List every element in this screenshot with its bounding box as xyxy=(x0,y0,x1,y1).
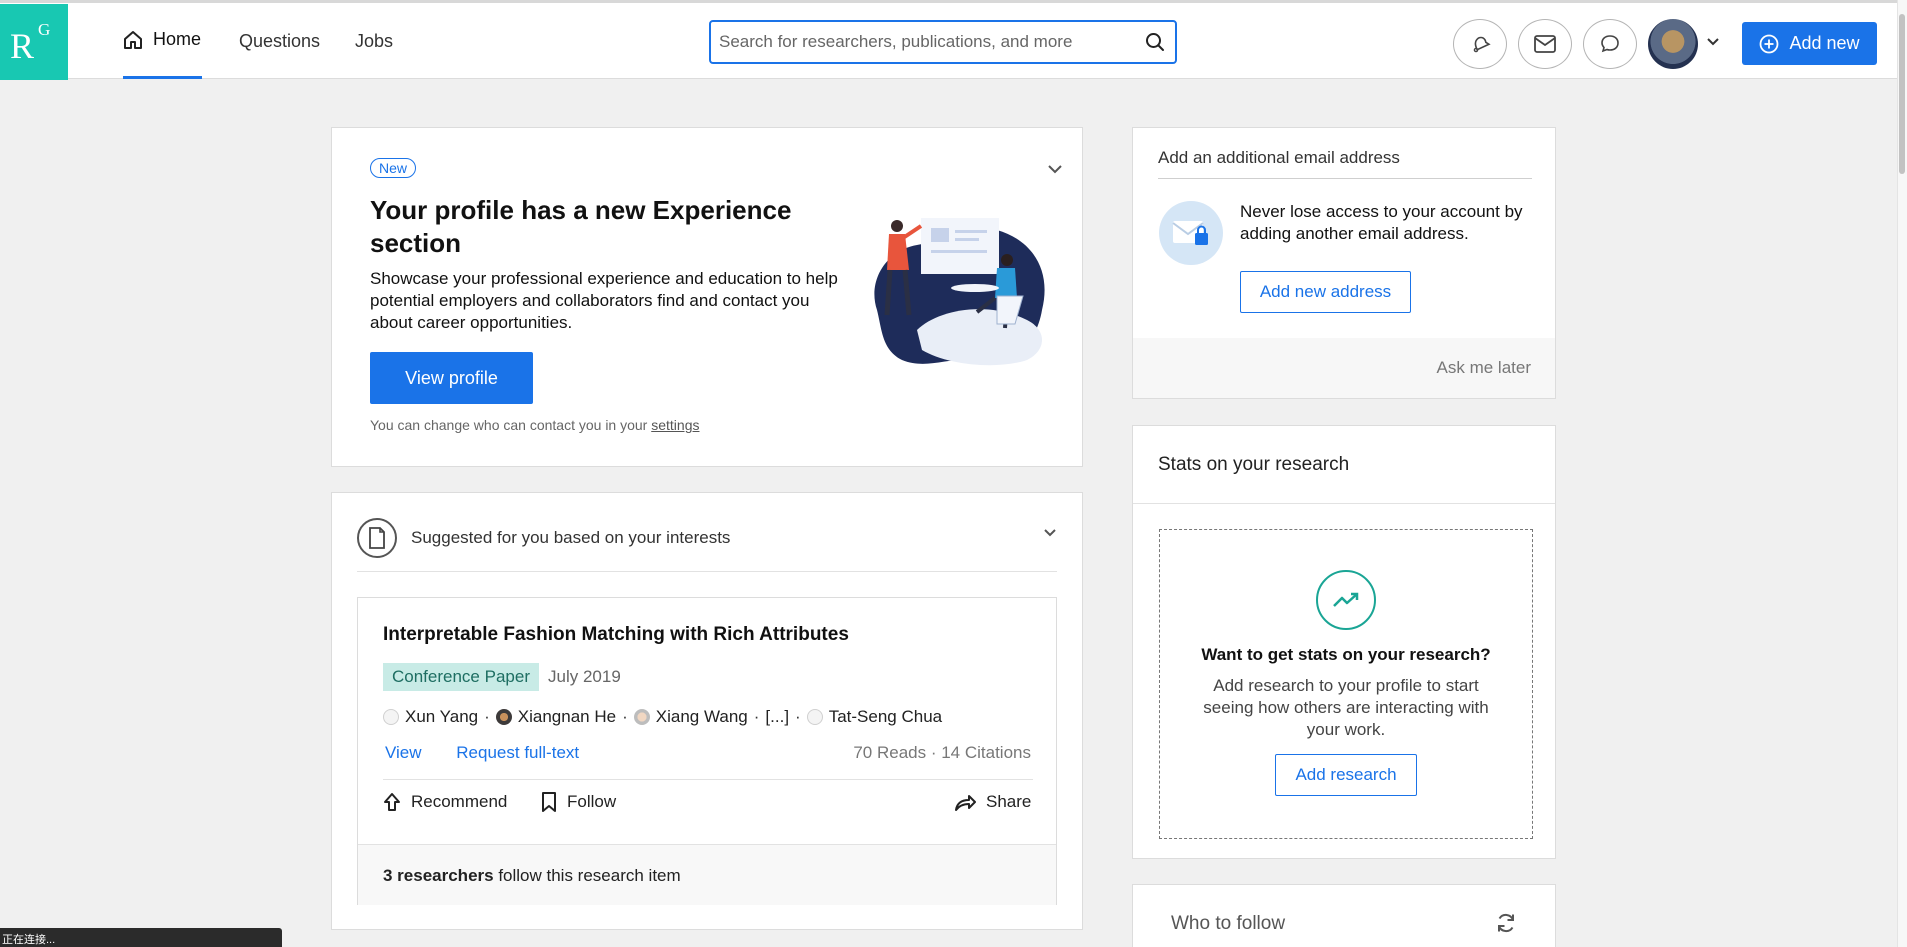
suggested-header: Suggested for you based on your interest… xyxy=(357,518,730,558)
recommend-label: Recommend xyxy=(411,792,508,811)
publication-type-badge: Conference Paper xyxy=(383,663,539,691)
add-new-address-button[interactable]: Add new address xyxy=(1240,271,1411,313)
plus-circle-icon xyxy=(1760,34,1779,53)
contact-settings-note: You can change who can contact you in yo… xyxy=(370,417,699,433)
add-new-label: Add new xyxy=(1789,33,1860,53)
author-separator: · xyxy=(795,707,801,726)
search-input[interactable] xyxy=(719,30,1139,54)
follow-button[interactable]: Follow xyxy=(541,792,616,812)
follow-label: Follow xyxy=(567,792,617,811)
nav-questions-tab[interactable]: Questions xyxy=(239,3,320,79)
chat-button[interactable] xyxy=(1583,19,1637,69)
nav-jobs-label: Jobs xyxy=(355,30,394,51)
contact-settings-text: You can change who can contact you in yo… xyxy=(370,417,652,433)
envelope-icon xyxy=(1534,35,1556,53)
add-research-button[interactable]: Add research xyxy=(1275,754,1417,796)
research-title-link[interactable]: Interpretable Fashion Matching with Rich… xyxy=(383,624,849,646)
add-new-button[interactable]: Add new xyxy=(1742,22,1877,65)
experience-section-card: New Your profile has a new Experience se… xyxy=(331,127,1083,467)
who-to-follow-card: Who to follow xyxy=(1132,884,1556,947)
author-link[interactable]: Tat-Seng Chua xyxy=(829,707,942,727)
stats-empty-state: Want to get stats on your research? Add … xyxy=(1159,529,1533,839)
divider xyxy=(357,571,1057,572)
author-list: Xun Yang · Xiangnan He · Xiang Wang · [.… xyxy=(383,707,942,727)
item-action-links: View Request full-text xyxy=(385,743,609,763)
home-icon xyxy=(124,30,142,49)
followers-text: follow this research item xyxy=(493,866,681,885)
logo-letter-r: R xyxy=(10,26,35,66)
trending-up-icon xyxy=(1316,570,1376,630)
stats-question: Want to get stats on your research? xyxy=(1201,645,1491,664)
refresh-icon[interactable] xyxy=(1495,912,1517,934)
bell-icon xyxy=(1473,36,1491,53)
search-icon[interactable] xyxy=(1145,32,1165,52)
author-avatar xyxy=(495,709,512,725)
bookmark-icon xyxy=(542,792,556,812)
nav-home-label: Home xyxy=(153,29,202,49)
recommend-arrow-icon xyxy=(384,793,400,811)
stats-description: Add research to your profile to start se… xyxy=(1203,676,1489,739)
researchgate-logo[interactable]: R G xyxy=(0,4,68,80)
request-full-text-link[interactable]: Request full-text xyxy=(456,743,579,762)
top-navigation-bar: R G Home Questions Jobs Add new xyxy=(0,0,1897,80)
author-link[interactable]: Xun Yang xyxy=(405,707,478,727)
suggested-research-card: Suggested for you based on your interest… xyxy=(331,492,1083,930)
ask-me-later-button[interactable]: Ask me later xyxy=(1437,358,1531,378)
additional-email-card: Add an additional email address Never lo… xyxy=(1132,127,1556,399)
nav-questions-label: Questions xyxy=(239,30,321,51)
experience-title: Your profile has a new Experience sectio… xyxy=(370,195,792,258)
nav-home-tab[interactable]: Home xyxy=(123,3,202,79)
view-link[interactable]: View xyxy=(385,743,422,762)
recommend-button[interactable]: Recommend xyxy=(383,792,507,812)
suggested-label: Suggested for you based on your interest… xyxy=(411,528,731,547)
author-avatar xyxy=(383,709,399,725)
author-avatar xyxy=(633,709,650,725)
browser-status-toast: 正在连接... xyxy=(0,928,282,947)
messages-button[interactable] xyxy=(1518,19,1572,69)
profile-illustration xyxy=(874,218,1045,366)
nav-jobs-tab[interactable]: Jobs xyxy=(355,3,393,79)
who-to-follow-title: Who to follow xyxy=(1171,913,1286,934)
followers-summary: 3 researchers follow this research item xyxy=(358,844,1056,905)
email-card-title: Add an additional email address xyxy=(1158,148,1532,179)
notifications-button[interactable] xyxy=(1453,19,1507,69)
view-profile-button[interactable]: View profile xyxy=(370,352,533,404)
publication-date: July 2019 xyxy=(548,667,621,686)
research-item: Interpretable Fashion Matching with Rich… xyxy=(357,597,1057,905)
share-arrow-icon xyxy=(955,795,976,811)
divider xyxy=(1133,503,1555,504)
chevron-down-icon[interactable] xyxy=(1046,160,1064,178)
chevron-down-icon[interactable] xyxy=(1705,34,1721,50)
author-separator: · xyxy=(622,707,628,726)
followers-count[interactable]: 3 researchers xyxy=(383,866,494,885)
divider xyxy=(383,779,1033,780)
chat-bubble-icon xyxy=(1601,35,1619,53)
chevron-down-icon[interactable] xyxy=(1042,525,1058,541)
reads-citations-stats: 70 Reads · 14 Citations xyxy=(853,743,1031,762)
share-button[interactable]: Share xyxy=(954,792,1031,812)
settings-link[interactable]: settings xyxy=(651,417,699,433)
user-avatar[interactable] xyxy=(1648,19,1698,69)
author-avatar xyxy=(806,709,823,725)
document-icon xyxy=(357,518,397,558)
experience-description: Showcase your professional experience an… xyxy=(370,269,838,332)
new-badge: New xyxy=(370,158,417,178)
research-stats-card: Stats on your research Want to get stats… xyxy=(1132,425,1556,859)
author-separator: · xyxy=(484,707,490,726)
email-card-text: Never lose access to your account by add… xyxy=(1240,202,1523,243)
share-label: Share xyxy=(986,792,1032,811)
stats-card-title: Stats on your research xyxy=(1158,454,1350,475)
email-lock-icon xyxy=(1159,201,1223,265)
more-authors-link[interactable]: [...] xyxy=(765,707,789,727)
author-link[interactable]: Xiangnan He xyxy=(518,707,616,727)
scrollbar-thumb[interactable] xyxy=(1899,14,1905,174)
search-box xyxy=(709,20,1177,64)
author-separator: · xyxy=(753,707,760,726)
logo-letter-g: G xyxy=(38,20,51,39)
author-link[interactable]: Xiang Wang xyxy=(656,707,748,727)
